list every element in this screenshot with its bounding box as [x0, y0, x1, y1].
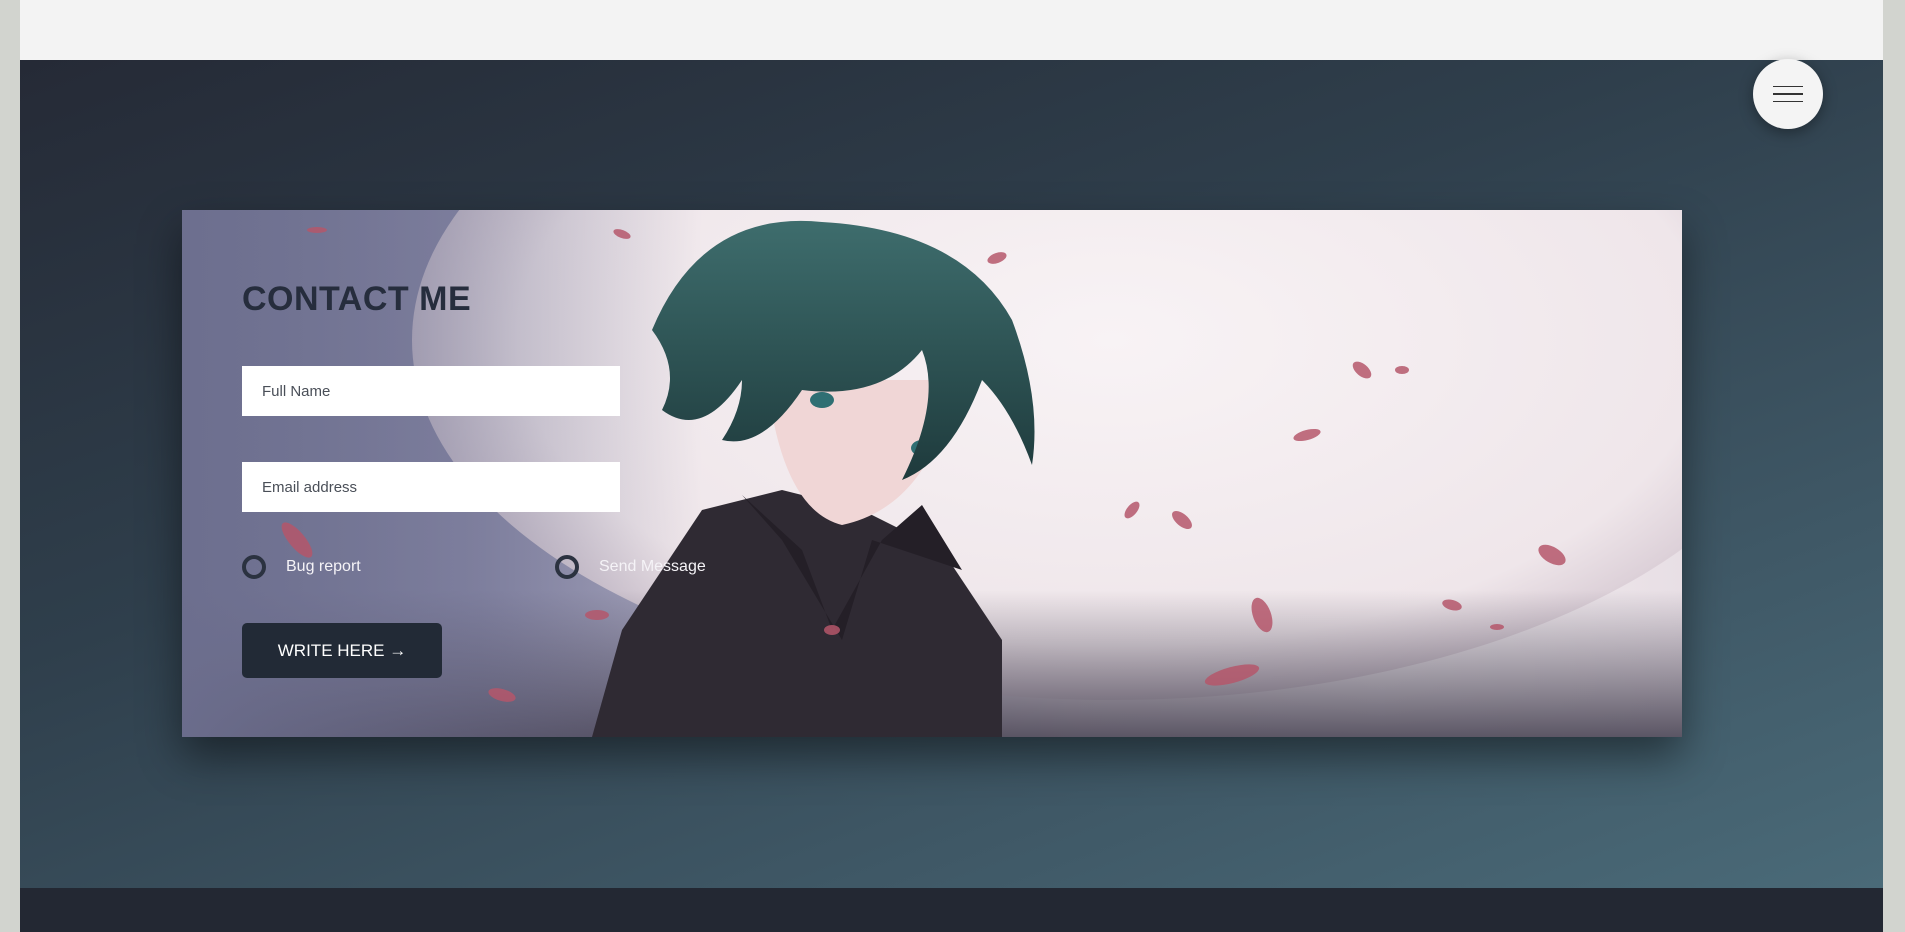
write-here-button[interactable]: WRITE HERE → — [242, 623, 442, 678]
send-message-label: Send Message — [599, 558, 706, 575]
send-message-option[interactable]: Send Message — [555, 555, 706, 579]
hamburger-menu-icon-line — [1773, 93, 1803, 95]
contact-card: CONTACT ME Bug report Send Message WRITE… — [182, 210, 1682, 737]
hamburger-menu-icon — [1773, 85, 1803, 88]
contact-title: CONTACT ME — [242, 280, 472, 318]
full-name-input[interactable] — [242, 366, 620, 416]
email-input[interactable] — [242, 462, 620, 512]
radio-circle-icon[interactable] — [555, 555, 579, 579]
menu-button[interactable] — [1753, 59, 1823, 129]
hamburger-menu-icon-line — [1773, 100, 1803, 103]
radio-circle-icon[interactable] — [242, 555, 266, 579]
footer-bar — [20, 888, 1883, 932]
bug-report-option[interactable]: Bug report — [242, 555, 361, 579]
bug-report-label: Bug report — [286, 558, 361, 575]
